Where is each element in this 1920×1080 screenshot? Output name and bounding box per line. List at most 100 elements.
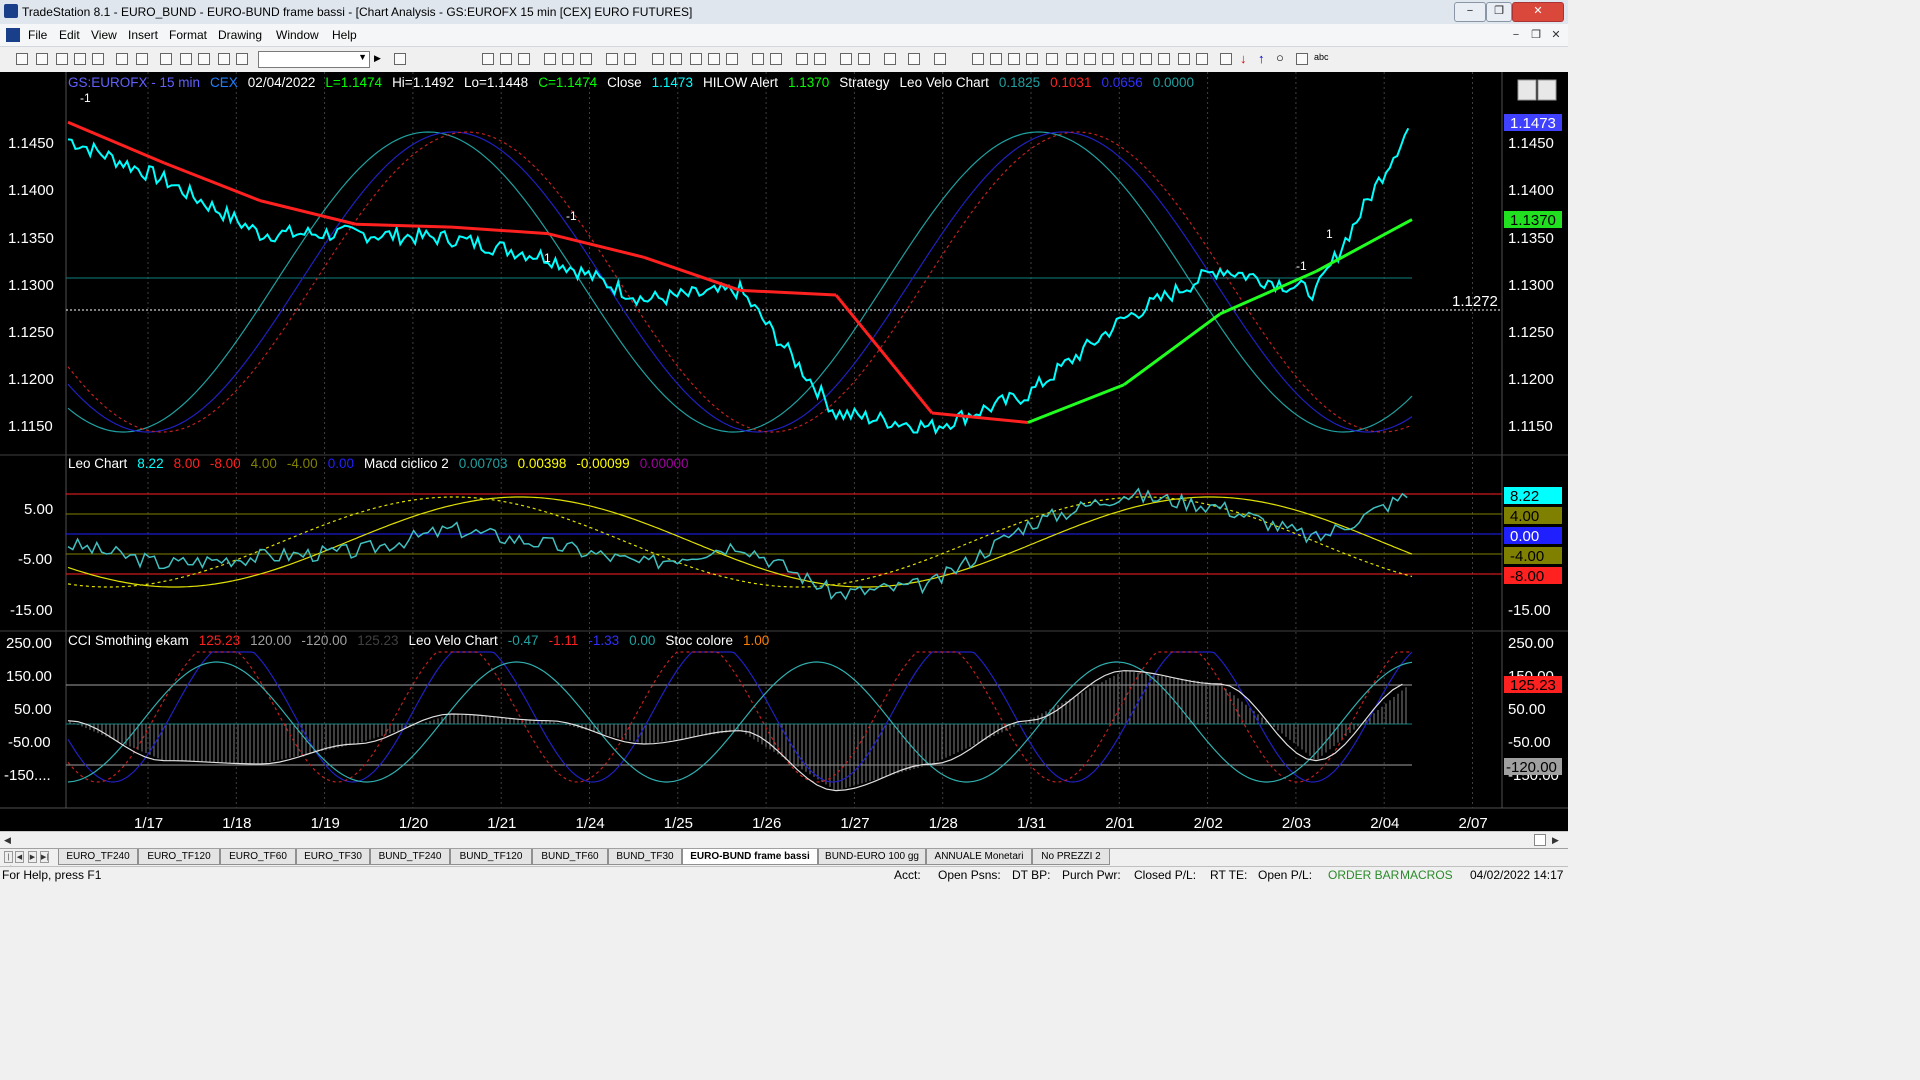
arc-icon[interactable]: [1178, 53, 1190, 65]
new-window-icon[interactable]: [56, 53, 68, 65]
gann-icon[interactable]: [1084, 53, 1096, 65]
grid-icon[interactable]: [500, 53, 512, 65]
ellipse-icon[interactable]: ○: [1276, 50, 1284, 65]
zoom-out-icon[interactable]: [814, 53, 826, 65]
chart-canvas[interactable]: -1 -1 1 -1 1 1.1450 1.1400 1.1350 1.1300 1.1…: [0, 72, 1568, 831]
chart-icon[interactable]: [482, 53, 494, 65]
clipboard-icon[interactable]: [180, 53, 192, 65]
pencil-icon[interactable]: [1196, 53, 1208, 65]
menu-window[interactable]: Window: [276, 28, 319, 42]
mdi-minimize-icon[interactable]: −: [1508, 27, 1524, 43]
menu-insert[interactable]: Insert: [128, 28, 158, 42]
tab-euro-tf60[interactable]: EURO_TF60: [220, 849, 296, 865]
trendline-icon[interactable]: [972, 53, 984, 65]
horizontal-lines-icon[interactable]: [1008, 53, 1020, 65]
arrows-icon[interactable]: [1140, 53, 1152, 65]
scroll-right-icon[interactable]: ▶: [1552, 835, 1559, 846]
tab-bund-tf60[interactable]: BUND_TF60: [532, 849, 608, 865]
tab-euro-bund-frame-bassi[interactable]: EURO-BUND frame bassi: [682, 849, 818, 865]
tab-next-icon[interactable]: ▶: [28, 851, 37, 863]
order-bar-button[interactable]: ORDER BAR: [1328, 868, 1399, 882]
tab-no-prezzi-2[interactable]: No PREZZI 2: [1032, 849, 1110, 865]
window-title: TradeStation 8.1 - EURO_BUND - EURO-BUND…: [22, 5, 693, 19]
line-style-icon[interactable]: [708, 53, 720, 65]
andrews-icon[interactable]: [1066, 53, 1078, 65]
parallel-icon[interactable]: [1158, 53, 1170, 65]
find-icon[interactable]: [394, 53, 406, 65]
tab-bund-tf30[interactable]: BUND_TF30: [608, 849, 682, 865]
mdi-close-icon[interactable]: ✕: [1548, 27, 1564, 43]
refresh-icon[interactable]: [160, 53, 172, 65]
print-icon[interactable]: [136, 53, 148, 65]
channel-icon[interactable]: [1046, 53, 1058, 65]
zoom-in-icon[interactable]: [796, 53, 808, 65]
bar-style-icon[interactable]: [690, 53, 702, 65]
tab-last-icon[interactable]: ▶|: [40, 851, 49, 863]
print-preview-icon[interactable]: [116, 53, 128, 65]
menu-drawing[interactable]: Drawing: [218, 28, 262, 42]
candle-icon[interactable]: [726, 53, 738, 65]
pane-minimize-button[interactable]: [1517, 79, 1537, 101]
macros-button[interactable]: MACROS: [1400, 868, 1453, 882]
new-icon[interactable]: [16, 53, 28, 65]
tab-euro-tf240[interactable]: EURO_TF240: [58, 849, 138, 865]
vertical-lines-icon[interactable]: [990, 53, 1002, 65]
strategy-icon[interactable]: [606, 53, 618, 65]
object-icon[interactable]: [908, 53, 920, 65]
data-tip-icon[interactable]: [858, 53, 870, 65]
up-arrow-icon[interactable]: ↑: [1258, 51, 1265, 66]
tab-first-icon[interactable]: |◀: [4, 851, 13, 872]
tab-prev-icon[interactable]: ◀: [15, 851, 24, 863]
pointer-icon[interactable]: [840, 53, 852, 65]
tab-bund-tf240[interactable]: BUND_TF240: [370, 849, 450, 865]
scroll-left-icon[interactable]: ◀: [4, 835, 11, 846]
scanner-icon[interactable]: [544, 53, 556, 65]
rectangle-icon[interactable]: [1296, 53, 1308, 65]
tab-bund-euro-100gg[interactable]: BUND-EURO 100 gg: [818, 849, 926, 865]
menu-edit[interactable]: Edit: [59, 28, 80, 42]
tab-bund-tf120[interactable]: BUND_TF120: [450, 849, 532, 865]
play-icon[interactable]: ▶: [374, 53, 381, 64]
clock-icon[interactable]: [670, 53, 682, 65]
save-icon[interactable]: [92, 53, 104, 65]
hilow-alert-segment: [1123, 312, 1221, 386]
curve-icon[interactable]: [1220, 53, 1232, 65]
alarm-icon[interactable]: [652, 53, 664, 65]
expand-icon[interactable]: [752, 53, 764, 65]
chart-window-icon[interactable]: [6, 28, 20, 42]
network-icon[interactable]: [218, 53, 230, 65]
menu-format[interactable]: Format: [169, 28, 207, 42]
tab-euro-tf120[interactable]: EURO_TF120: [138, 849, 220, 865]
tab-annuale-monetari[interactable]: ANNUALE Monetari: [926, 849, 1032, 865]
copy-icon[interactable]: [74, 53, 86, 65]
tab-euro-tf30[interactable]: EURO_TF30: [296, 849, 370, 865]
tools-icon[interactable]: [884, 53, 896, 65]
chart-area[interactable]: -1 -1 1 -1 1 1.1450 1.1400 1.1350 1.1300 1.1…: [0, 72, 1568, 831]
mdi-restore-icon[interactable]: ❐: [1528, 27, 1544, 43]
horizontal-scrollbar[interactable]: ◀ ▶: [0, 831, 1568, 849]
options-icon[interactable]: [580, 53, 592, 65]
menu-view[interactable]: View: [91, 28, 117, 42]
minimize-button[interactable]: −: [1454, 2, 1486, 22]
fibonacci-icon[interactable]: [1026, 53, 1038, 65]
down-arrow-icon[interactable]: ↓: [1240, 51, 1247, 66]
menu-help[interactable]: Help: [332, 28, 357, 42]
scroll-thumb[interactable]: [1534, 834, 1546, 846]
pane-restore-button[interactable]: [1537, 79, 1557, 101]
matrix-icon[interactable]: [562, 53, 574, 65]
symbol-combo[interactable]: ▼: [258, 51, 370, 68]
radar-icon[interactable]: [518, 53, 530, 65]
text-icon[interactable]: abc: [1314, 52, 1329, 62]
lock-icon[interactable]: [198, 53, 210, 65]
maximize-button[interactable]: ❐: [1486, 2, 1512, 22]
globe-icon[interactable]: [236, 53, 248, 65]
compress-icon[interactable]: [770, 53, 782, 65]
report-icon[interactable]: [624, 53, 636, 65]
menu-file[interactable]: File: [28, 28, 47, 42]
open-icon[interactable]: [36, 53, 48, 65]
speedline-icon[interactable]: [1102, 53, 1114, 65]
workspace-icon[interactable]: [934, 53, 946, 65]
regression-icon[interactable]: [1122, 53, 1134, 65]
close-button[interactable]: ✕: [1512, 2, 1564, 22]
purch-pwr-label: Purch Pwr:: [1062, 868, 1121, 882]
